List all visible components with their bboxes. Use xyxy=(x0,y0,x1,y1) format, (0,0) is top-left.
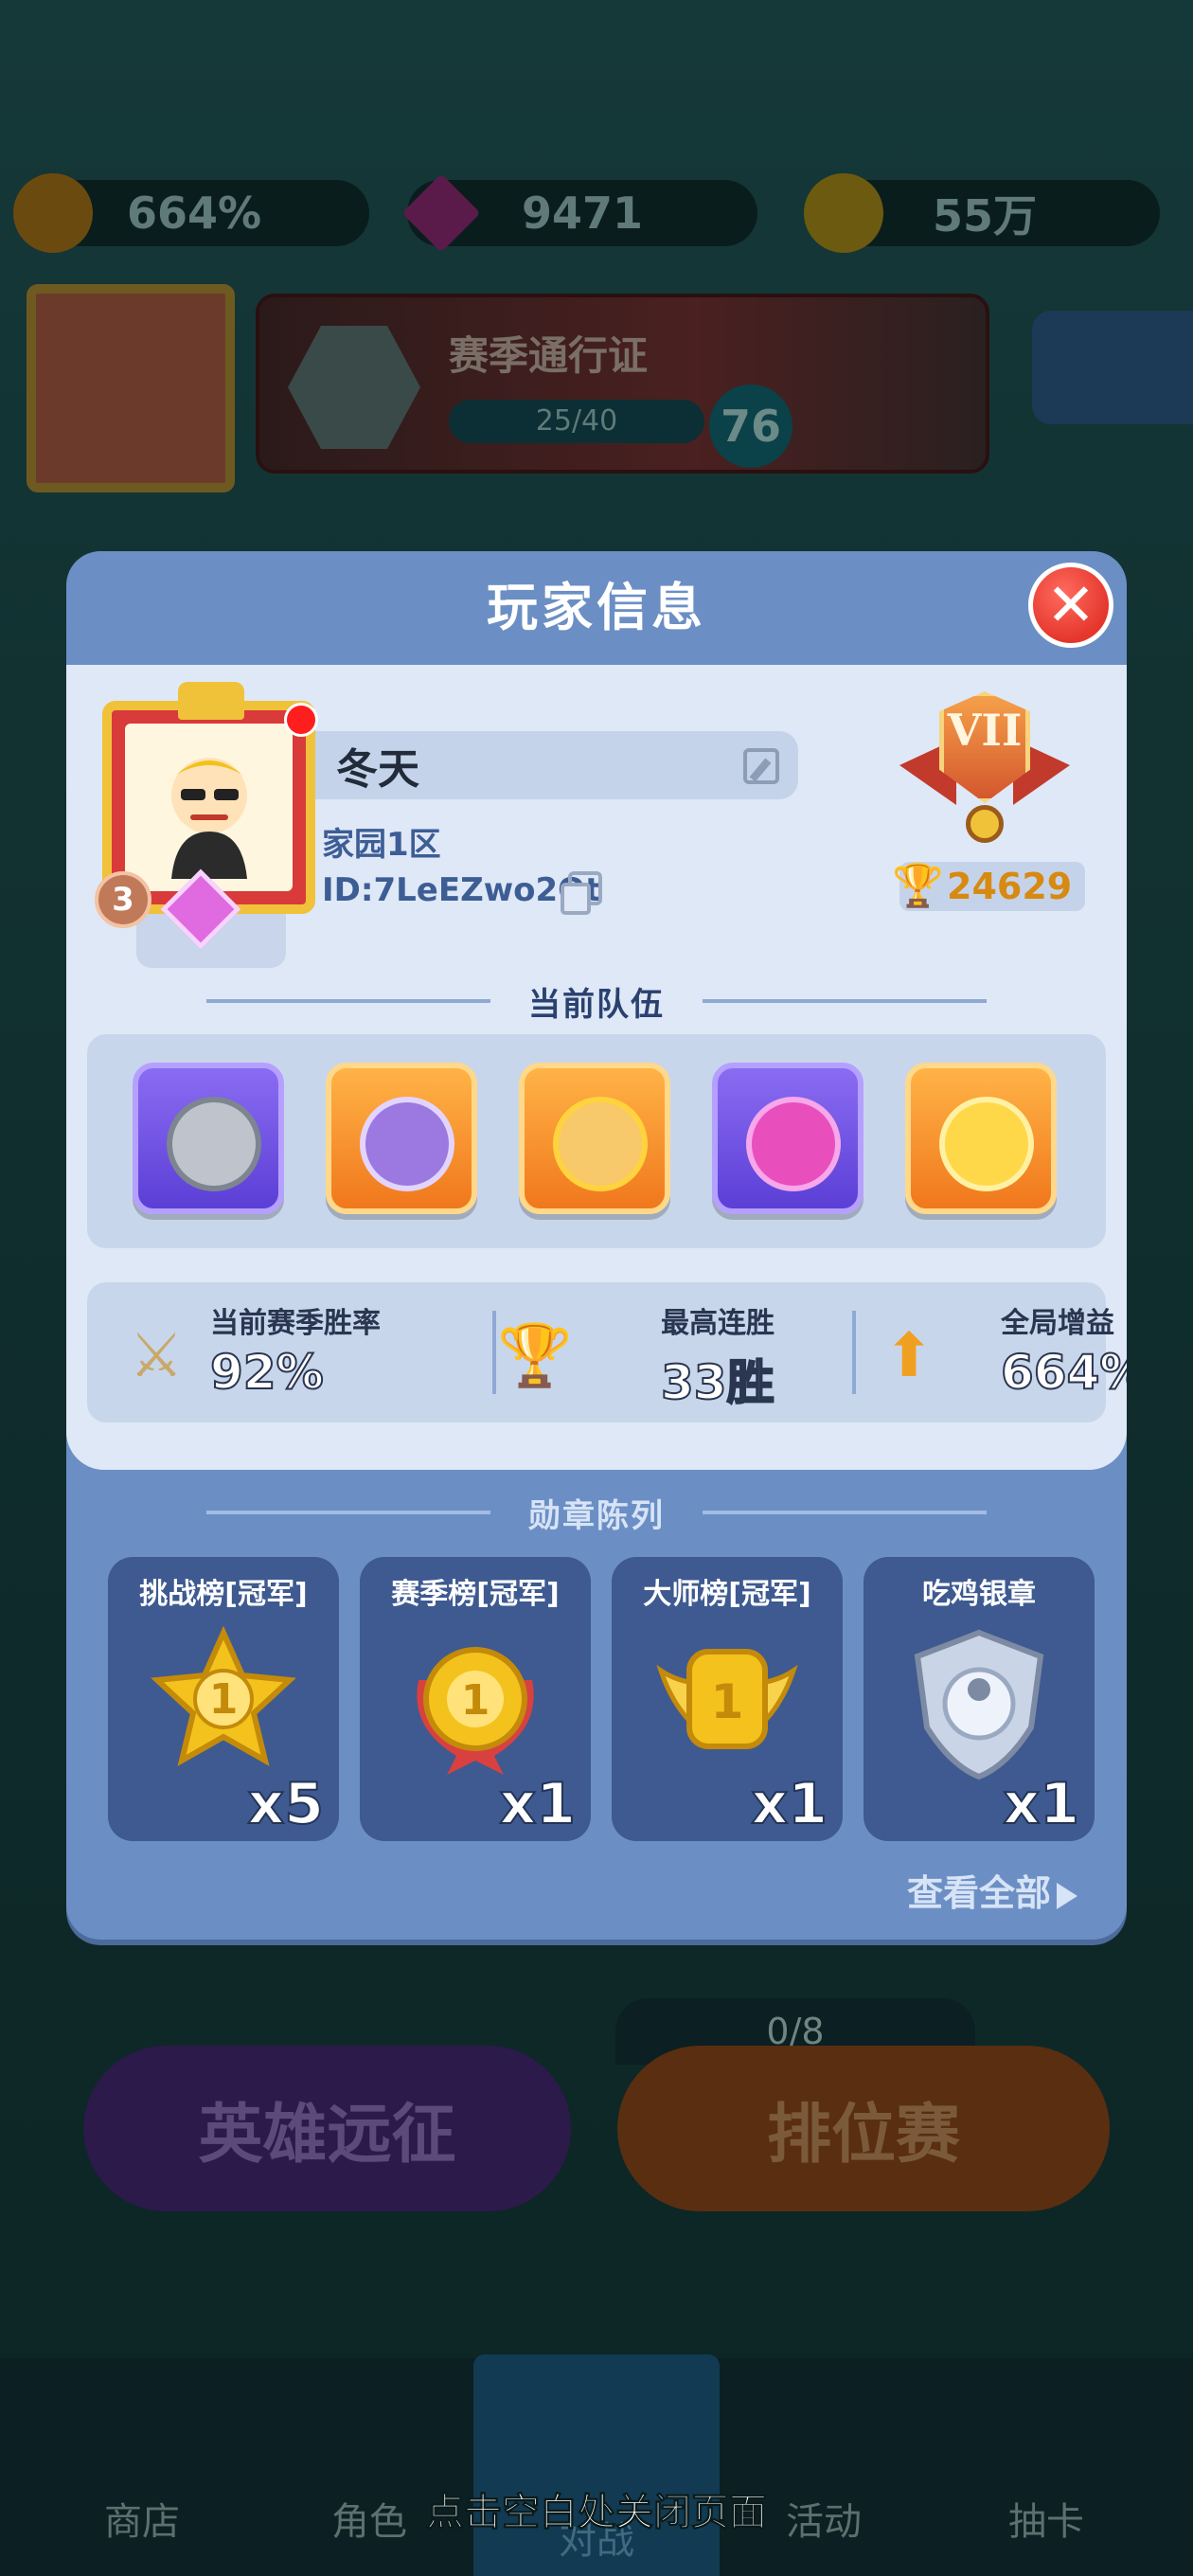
hero-slot-phoenix[interactable] xyxy=(519,1063,670,1214)
gold-star-medal-icon: 1 xyxy=(148,1623,299,1784)
svg-text:1: 1 xyxy=(711,1674,744,1729)
golden-knight-icon xyxy=(939,1097,1034,1191)
trophy-icon: 🏆 xyxy=(497,1321,573,1391)
hero-slot-golden[interactable] xyxy=(905,1063,1057,1214)
medal-count: x1 xyxy=(1003,1770,1080,1838)
trophy-count: 🏆 24629 xyxy=(892,862,1085,911)
medal-section-header: 勋章陈列 xyxy=(66,1489,1127,1536)
edit-icon[interactable] xyxy=(743,748,779,784)
stats-panel: ⚔ 当前赛季胜率 92% 🏆 最高连胜 33胜 ⬆ 全局增益 664% xyxy=(87,1282,1127,1422)
ranked-button: 排位赛 xyxy=(617,2046,1110,2211)
player-name: 冬天 xyxy=(336,745,419,794)
close-button[interactable]: ✕ xyxy=(1028,563,1113,648)
season-pass-progress: 25/40 xyxy=(449,400,704,443)
medal-challenge-champion[interactable]: 挑战榜[冠军] 1 x5 xyxy=(108,1557,339,1841)
coin-icon xyxy=(804,173,883,253)
coin-value: 55万 xyxy=(932,190,1037,242)
close-icon: ✕ xyxy=(1046,570,1095,639)
team-section-header: 当前队伍 xyxy=(66,977,1127,1025)
player-id: ID:7LeEZwo2Qt xyxy=(322,871,601,909)
boost-value: 664% xyxy=(126,188,262,239)
view-all-button[interactable]: 查看全部 xyxy=(907,1864,1077,1916)
expedition-button: 英雄远征 xyxy=(83,2046,571,2211)
player-name-field[interactable]: 冬天 xyxy=(315,731,798,799)
gold-wreath-medal-icon: 1 xyxy=(400,1623,551,1784)
hero-slot-void[interactable] xyxy=(326,1063,477,1214)
svg-text:1: 1 xyxy=(209,1675,239,1724)
avatar-portrait xyxy=(125,724,293,891)
stat-value: 92% xyxy=(209,1344,325,1401)
hero-slot-knight[interactable] xyxy=(133,1063,284,1214)
gold-winged-medal-icon: 1 xyxy=(651,1623,803,1784)
view-all-label: 查看全部 xyxy=(906,1872,1051,1914)
trophy-icon: 🏆 xyxy=(892,862,944,910)
bottom-nav: 商店 角色 对战 活动 抽卡 xyxy=(0,2354,1193,2576)
player-info-panel: 3 冬天 家园1区 ID:7LeEZwo2Qt VII 🏆 24629 当前队伍 xyxy=(66,665,1127,1470)
season-pass-banner: 赛季通行证 25/40 76 xyxy=(256,294,989,474)
stat-divider xyxy=(852,1311,856,1394)
menu-button xyxy=(1032,311,1193,424)
gem-resource: 9471 xyxy=(401,173,757,253)
medal-section-title: 勋章陈列 xyxy=(528,1496,665,1535)
svg-text:1: 1 xyxy=(461,1676,490,1725)
stat-label: 最高连胜 xyxy=(661,1307,775,1340)
modal-header: 玩家信息 ✕ xyxy=(66,551,1127,665)
silver-shield-medal-icon xyxy=(903,1623,1055,1784)
season-pass-level: 76 xyxy=(709,385,792,468)
medal-count: x5 xyxy=(247,1770,325,1838)
copy-icon[interactable] xyxy=(561,871,602,915)
notification-dot xyxy=(284,703,318,737)
gem-value: 9471 xyxy=(521,188,644,239)
character-portrait-icon xyxy=(166,757,252,879)
phoenix-warrior-icon xyxy=(553,1097,648,1191)
divider xyxy=(206,999,490,1003)
player-realm: 家园1区 xyxy=(322,826,441,864)
brawler-mask-icon xyxy=(746,1097,841,1191)
player-info-modal: 玩家信息 ✕ 3 冬天 家园1区 ID:7LeEZwo2Qt VII 🏆 246… xyxy=(66,551,1127,1940)
close-hint-text: 点击空白处关闭页面 xyxy=(426,2491,768,2535)
medal-title: 大师榜[冠军] xyxy=(643,1578,811,1611)
stat-label: 全局增益 xyxy=(1001,1307,1114,1340)
team-panel xyxy=(87,1034,1106,1248)
avatar-rank-badge: 3 xyxy=(95,871,151,928)
divider xyxy=(206,1511,490,1514)
coin-resource: 55万 xyxy=(804,173,1160,253)
medal-count: x1 xyxy=(751,1770,828,1838)
divider xyxy=(703,1511,987,1514)
pass-emblem-icon xyxy=(288,326,420,449)
boost-icon xyxy=(13,173,93,253)
stat-value: 33胜 xyxy=(660,1354,775,1411)
team-section-title: 当前队伍 xyxy=(528,985,665,1024)
rank-emblem[interactable]: VII xyxy=(899,691,1070,843)
expedition-label: 英雄远征 xyxy=(198,2098,456,2173)
rank-tier: VII xyxy=(947,705,1023,756)
season-pass-title: 赛季通行证 xyxy=(449,332,649,379)
play-arrow-icon xyxy=(1057,1882,1077,1909)
stat-value: 664% xyxy=(1000,1344,1127,1401)
crossed-swords-icon: ⚔ xyxy=(129,1321,184,1391)
boost-icon: ⬆ xyxy=(883,1321,935,1391)
void-creature-icon xyxy=(360,1097,454,1191)
medal-title: 赛季榜[冠军] xyxy=(391,1578,560,1611)
ranked-label: 排位赛 xyxy=(766,2098,960,2173)
medal-season-champion[interactable]: 赛季榜[冠军] 1 x1 xyxy=(360,1557,591,1841)
medal-title: 吃鸡银章 xyxy=(922,1578,1036,1611)
boost-resource: 664% xyxy=(13,173,369,253)
knight-helmet-icon xyxy=(167,1097,261,1191)
background-avatar xyxy=(27,284,235,492)
divider xyxy=(703,999,987,1003)
gem-icon xyxy=(401,173,481,253)
hero-slot-brawler[interactable] xyxy=(712,1063,864,1214)
medal-count: x1 xyxy=(499,1770,577,1838)
medal-master-champion[interactable]: 大师榜[冠军] 1 x1 xyxy=(612,1557,843,1841)
emblem-coin-icon xyxy=(966,805,1004,843)
avatar-crown-icon xyxy=(178,682,244,720)
stat-label: 当前赛季胜率 xyxy=(210,1307,381,1340)
modal-title: 玩家信息 xyxy=(487,578,706,637)
medal-silver-chicken[interactable]: 吃鸡银章 x1 xyxy=(864,1557,1095,1841)
trophy-value: 24629 xyxy=(947,866,1073,907)
medal-title: 挑战榜[冠军] xyxy=(139,1578,308,1611)
